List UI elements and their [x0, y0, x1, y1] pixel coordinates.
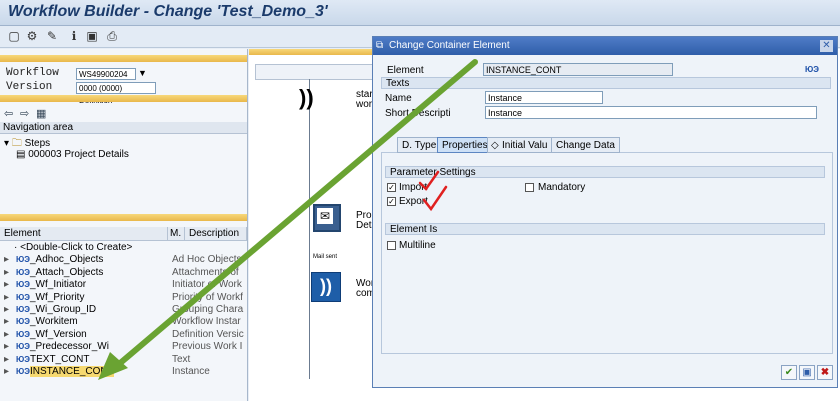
red-check-export: [422, 185, 448, 212]
red-check-import: [418, 170, 440, 191]
annotation-overlay: [98, 59, 478, 380]
green-arrow-line: [109, 59, 478, 373]
green-arrow-head: [98, 352, 128, 380]
